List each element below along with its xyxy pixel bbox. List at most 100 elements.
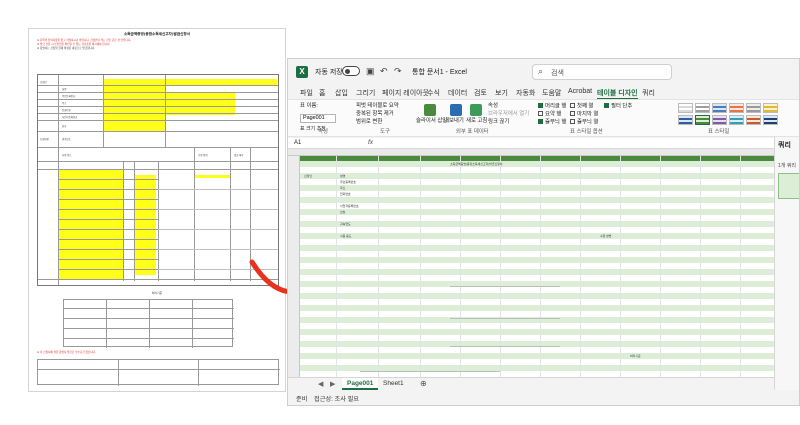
prev-sheet-icon[interactable]: ◀: [318, 380, 323, 388]
convert-to-range-button[interactable]: 범위로 변환: [356, 119, 382, 126]
header-row-checkbox[interactable]: 머리글 행: [538, 103, 566, 111]
table-style-swatch[interactable]: [712, 115, 727, 125]
table-style-swatch[interactable]: [695, 103, 710, 113]
group-tools-label: 도구: [380, 129, 390, 135]
tab-formulas[interactable]: 수식: [427, 88, 440, 98]
tab-automate[interactable]: 자동화: [516, 88, 535, 98]
table-name-input[interactable]: Page001: [300, 114, 336, 123]
export-icon: [450, 104, 462, 116]
pivot-summary-button[interactable]: 피벗 테이블로 요약: [356, 103, 399, 110]
insert-slicer-button[interactable]: 슬라이서 삽입: [416, 118, 447, 125]
last-column-checkbox[interactable]: 마지막 열: [570, 111, 598, 119]
accessibility-status[interactable]: 접근성: 조사 필요: [314, 394, 359, 403]
search-placeholder: 검색: [551, 70, 564, 77]
first-column-checkbox[interactable]: 첫째 열: [570, 103, 593, 111]
document-title: 소득금액증명(종합소득세신고자)발급신청서: [123, 32, 191, 36]
remove-duplicates-button[interactable]: 중복된 항목 제거: [356, 111, 394, 118]
table-style-swatch-selected[interactable]: [695, 115, 710, 125]
refresh-button[interactable]: 새로 고침: [466, 118, 487, 125]
undo-icon[interactable]: ↶: [380, 66, 388, 77]
group-style-options-label: 표 스타일 옵션: [570, 129, 603, 135]
tab-insert[interactable]: 삽입: [335, 88, 348, 98]
field-label: 성명: [62, 88, 67, 91]
table-cell[interactable]: 주민등록번호: [340, 180, 356, 184]
table-cell[interactable]: 처리기준: [630, 354, 641, 358]
table-cell[interactable]: 신청인: [304, 174, 312, 178]
column-headers: [288, 149, 774, 156]
tab-acrobat[interactable]: Acrobat: [568, 88, 592, 95]
table-style-swatch[interactable]: [763, 115, 778, 125]
cell-reference[interactable]: A1: [294, 140, 301, 146]
field-label: 신청내용: [40, 138, 49, 141]
next-sheet-icon[interactable]: ▶: [330, 380, 335, 388]
sheet-tab-sheet1[interactable]: Sheet1: [378, 378, 409, 390]
tab-query[interactable]: 쿼리: [642, 88, 655, 98]
save-icon[interactable]: ▣: [366, 66, 375, 77]
query-item[interactable]: [778, 173, 799, 199]
field-label: 사업자등록번호: [62, 116, 78, 119]
worksheet-grid[interactable]: 소득금액증명(종합소득세신고자)발급신청서 신청인 성명 주민등록번호 주소 전…: [288, 149, 774, 405]
table-page001[interactable]: 소득금액증명(종합소득세신고자)발급신청서 신청인 성명 주민등록번호 주소 전…: [300, 156, 774, 394]
unlink-button[interactable]: 링크 끊기: [488, 119, 509, 126]
table-style-swatch[interactable]: [763, 103, 778, 113]
field-label: 사용 용도: [62, 154, 72, 157]
highlighted-field: [103, 79, 165, 131]
add-sheet-icon[interactable]: ⊕: [420, 379, 427, 388]
table-style-swatch[interactable]: [678, 115, 693, 125]
window-title: 통합 문서1 - Excel: [412, 69, 467, 76]
group-properties-label: 속성: [318, 129, 328, 135]
total-row-checkbox[interactable]: 요약 행: [538, 111, 561, 119]
table-cell[interactable]: 성명: [340, 174, 345, 178]
row-headers: [288, 156, 300, 394]
criteria-table: [63, 299, 234, 348]
ribbon: 표 이름: Page001 표 크기 조정 속성 피벗 테이블로 요약 중복된 …: [288, 99, 799, 137]
field-label: 주소: [62, 102, 67, 105]
properties-button[interactable]: 속성: [488, 103, 498, 110]
ribbon-tabs: 파일 홈 삽입 그리기 페이지 레이아웃 수식 데이터 검토 보기 자동화 도움…: [288, 86, 799, 100]
table-cell[interactable]: 주소: [340, 186, 345, 190]
export-button[interactable]: 내보내기: [444, 118, 464, 125]
excel-logo-icon: X: [296, 66, 308, 78]
table-cell[interactable]: 소득금액증명(종합소득세신고자)발급신청서: [450, 162, 502, 166]
tab-review[interactable]: 검토: [474, 88, 487, 98]
tab-draw[interactable]: 그리기: [356, 88, 375, 98]
document-note-red: ※ 발급 신청 시 본인임을 확인할 수 있는 신분증을 제시해야 합니다.: [37, 43, 111, 46]
table-style-swatch[interactable]: [746, 115, 761, 125]
table-cell[interactable]: 사업자등록번호: [340, 204, 359, 208]
autosave-toggle[interactable]: [342, 66, 360, 76]
table-cell[interactable]: 상호: [340, 210, 345, 214]
formula-bar: A1 fx: [288, 138, 799, 149]
field-label: 전화번호: [62, 109, 71, 112]
banded-columns-checkbox[interactable]: 줄무늬 열: [570, 119, 598, 127]
banded-rows-checkbox[interactable]: 줄무늬 행: [538, 119, 566, 127]
tab-file[interactable]: 파일: [300, 88, 313, 98]
field-label: 발급 매수: [234, 154, 244, 157]
tab-data[interactable]: 데이터: [448, 88, 467, 98]
table-cell[interactable]: 귀속연도: [340, 222, 351, 226]
sheet-tab-page001[interactable]: Page001: [342, 378, 379, 390]
table-style-swatch[interactable]: [678, 103, 693, 113]
table-style-swatch[interactable]: [746, 103, 761, 113]
tab-table-design[interactable]: 테이블 디자인: [597, 88, 638, 100]
table-style-swatch[interactable]: [729, 103, 744, 113]
tab-view[interactable]: 보기: [495, 88, 508, 98]
slicer-icon: [424, 104, 436, 116]
search-box[interactable]: ⌕ 검색: [532, 64, 672, 80]
open-in-browser-button[interactable]: 브라우저에서 열기: [488, 111, 529, 118]
table-cell[interactable]: 전화번호: [340, 192, 351, 196]
refresh-icon: [470, 104, 482, 116]
filter-button-checkbox[interactable]: 필터 단추: [604, 103, 632, 111]
table-cell[interactable]: 사용 용도: [340, 234, 351, 238]
table-cell[interactable]: 수령 방법: [600, 234, 611, 238]
tab-help[interactable]: 도움말: [542, 88, 561, 98]
table-style-swatch[interactable]: [729, 115, 744, 125]
table-style-swatch[interactable]: [712, 103, 727, 113]
redo-icon[interactable]: ↷: [394, 66, 402, 77]
composite-screenshot: 소득금액증명(종합소득세신고자)발급신청서 ※ 뒤쪽의 유의사항을 읽고 작성하…: [0, 0, 800, 425]
highlighted-field: [58, 169, 123, 279]
tab-page-layout[interactable]: 페이지 레이아웃: [382, 88, 429, 98]
fx-icon[interactable]: fx: [368, 139, 373, 146]
tab-home[interactable]: 홈: [319, 88, 325, 98]
status-ready: 준비: [296, 396, 308, 403]
field-label: 귀속연도: [62, 138, 71, 141]
